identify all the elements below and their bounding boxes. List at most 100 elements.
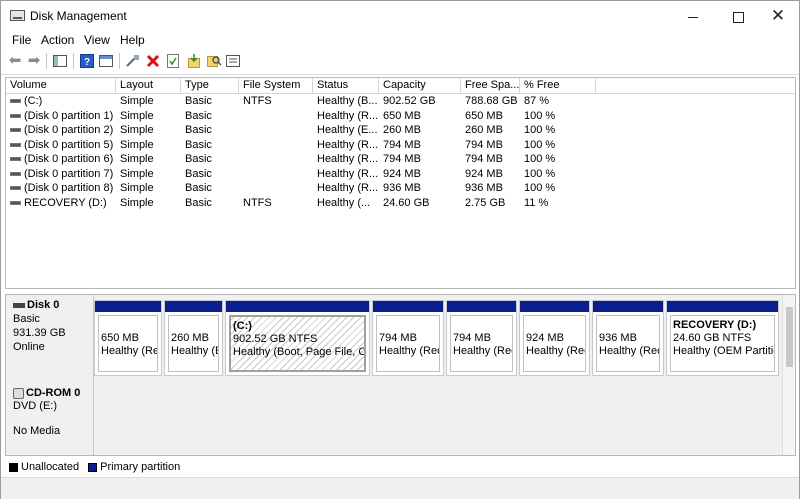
column-header-status[interactable]: Status <box>313 78 379 93</box>
table-row[interactable]: (Disk 0 partition 7) Simple Basic Healthy (… <box>6 167 795 182</box>
close-button[interactable]: ✕ <box>758 1 798 31</box>
title-bar[interactable]: Disk Management ✕ <box>1 1 799 31</box>
menu-action[interactable]: Action <box>41 33 74 47</box>
disk-0-type: Basic <box>13 313 40 325</box>
help-icon[interactable]: ? <box>79 53 95 69</box>
disk-management-window: Disk Management ✕ File Action View Help … <box>0 0 800 499</box>
partition-4[interactable]: 794 MB Healthy (Rec <box>372 300 444 376</box>
cell-capacity: 794 MB <box>383 138 421 151</box>
cell-percent-free: 100 % <box>524 182 556 194</box>
minimize-button[interactable] <box>673 1 713 31</box>
table-row[interactable]: (Disk 0 partition 6) Simple Basic Healthy (… <box>6 152 795 167</box>
cell-file-system: NTFS <box>243 196 272 209</box>
cell-layout: Simple <box>120 124 154 136</box>
partition-type-bar <box>165 301 222 312</box>
partition-type-bar <box>447 301 516 312</box>
cell-volume: (C:) <box>6 94 116 108</box>
cell-type: Basic <box>185 167 212 180</box>
partition-type-bar <box>95 301 161 312</box>
console-tree-icon[interactable] <box>52 53 68 69</box>
partition-status: Healthy (OEM Partition <box>673 345 775 357</box>
cell-type: Basic <box>185 182 212 194</box>
partition-1[interactable]: 650 MBHealthy (Rec <box>94 300 162 376</box>
table-row[interactable]: (Disk 0 partition 8) Simple Basic Healthy (… <box>6 181 795 196</box>
legend: Unallocated Primary partition <box>9 460 180 474</box>
cdrom-0-label[interactable]: CD-ROM 0 DVD (E:) No Media <box>6 383 94 455</box>
window-title: Disk Management <box>30 9 127 23</box>
partition-5[interactable]: 794 MB Healthy (Rec <box>446 300 517 376</box>
cell-percent-free: 87 % <box>524 95 550 107</box>
cell-type: Basic <box>185 196 212 209</box>
legend-primary-partition: Primary partition <box>100 461 181 473</box>
table-row[interactable]: (Disk 0 partition 5) Simple Basic Healthy (… <box>6 138 795 153</box>
partition-title <box>526 319 583 332</box>
column-header-layout[interactable]: Layout <box>116 78 181 93</box>
graphical-view-scrollbar[interactable] <box>782 295 795 455</box>
partition-2[interactable]: 260 MB Healthy (E <box>164 300 223 376</box>
maximize-button[interactable] <box>718 1 758 31</box>
cell-percent-free: 100 % <box>524 109 556 122</box>
partition-title <box>453 319 510 332</box>
partition-title: RECOVERY (D:) <box>673 319 757 331</box>
scrollbar-thumb[interactable] <box>786 307 793 367</box>
partition-status: Healthy (Rec <box>379 345 440 357</box>
list-icon[interactable] <box>225 53 241 69</box>
table-row[interactable]: (Disk 0 partition 2) Simple Basic Healthy (… <box>6 123 795 138</box>
cell-layout: Simple <box>120 138 154 151</box>
properties-icon[interactable] <box>98 53 114 69</box>
partition-size: 794 MB <box>453 332 491 344</box>
partition-type-bar <box>520 301 589 312</box>
cell-layout: Simple <box>120 182 154 194</box>
partition-title <box>379 319 437 332</box>
table-row[interactable]: (C:) Simple Basic NTFS Healthy (B... 902.52 G… <box>6 94 795 109</box>
partition-type-bar <box>667 301 778 312</box>
cell-free-space: 924 MB <box>465 167 503 180</box>
table-row[interactable]: (Disk 0 partition 1) Simple Basic Healthy (… <box>6 109 795 124</box>
column-header-free-space[interactable]: Free Spa... <box>461 78 520 93</box>
search-icon[interactable] <box>206 53 222 69</box>
cell-capacity: 924 MB <box>383 167 421 180</box>
partition-3[interactable]: (C:) 902.52 GB NTFS Healthy (Boot, Page Fi… <box>225 300 370 376</box>
connect-icon[interactable] <box>125 53 141 69</box>
partition-size: 650 MB <box>101 332 139 344</box>
import-icon[interactable] <box>186 53 202 69</box>
column-header-percent-free[interactable]: % Free <box>520 78 596 93</box>
partition-8[interactable]: RECOVERY (D:) 24.60 GB NTFS Healthy (OEM P… <box>666 300 779 376</box>
menu-help[interactable]: Help <box>120 33 145 47</box>
column-header-capacity[interactable]: Capacity <box>379 78 461 93</box>
check-icon[interactable] <box>165 53 181 69</box>
disk-graphical-view: Disk 0 Basic 931.39 GB Online 650 MB Heal… <box>5 294 796 456</box>
menu-file[interactable]: File <box>12 33 31 47</box>
delete-icon[interactable] <box>145 53 161 69</box>
disk-icon <box>13 302 25 308</box>
column-header-file-system[interactable]: File System <box>239 78 313 93</box>
volume-icon <box>10 99 21 104</box>
cell-status: Healthy (R... <box>317 167 379 180</box>
menu-view[interactable]: View <box>84 33 110 47</box>
partition-status: Healthy (Boot, Page File, Crash <box>233 346 366 358</box>
partition-status: Healthy (Reco <box>526 345 585 357</box>
partition-7[interactable]: 936 MBHealthy (Reco <box>592 300 664 376</box>
partition-6[interactable]: 924 MBHealthy (Reco <box>519 300 590 376</box>
partition-type-bar <box>226 301 369 312</box>
forward-icon[interactable]: ➡ <box>26 53 42 69</box>
cdrom-icon <box>13 387 24 399</box>
cell-status: Healthy (R... <box>317 109 379 122</box>
status-bar <box>1 477 799 499</box>
table-row[interactable]: RECOVERY (D:) Simple Basic NTFS Healthy (...… <box>6 196 795 211</box>
column-header-volume[interactable]: Volume <box>6 78 116 93</box>
toolbar-separator <box>73 53 74 69</box>
partition-size: 794 MB <box>379 332 417 344</box>
disk-0-label[interactable]: Disk 0 Basic 931.39 GB Online <box>6 295 94 383</box>
partition-status: Healthy (Reco <box>599 345 659 357</box>
primary-partition-swatch <box>88 462 98 472</box>
disk-0-size: 931.39 GB <box>13 327 66 339</box>
back-icon[interactable]: ⬅ <box>7 53 23 69</box>
column-header-type[interactable]: Type <box>181 78 239 93</box>
partition-size: 260 MB <box>171 332 209 344</box>
partition-body: 924 MBHealthy (Reco <box>523 315 586 372</box>
cell-percent-free: 100 % <box>524 138 556 151</box>
cdrom-0-area <box>94 385 794 455</box>
cell-status: Healthy (R... <box>317 138 379 151</box>
cell-volume: (Disk 0 partition 2) <box>6 123 116 137</box>
